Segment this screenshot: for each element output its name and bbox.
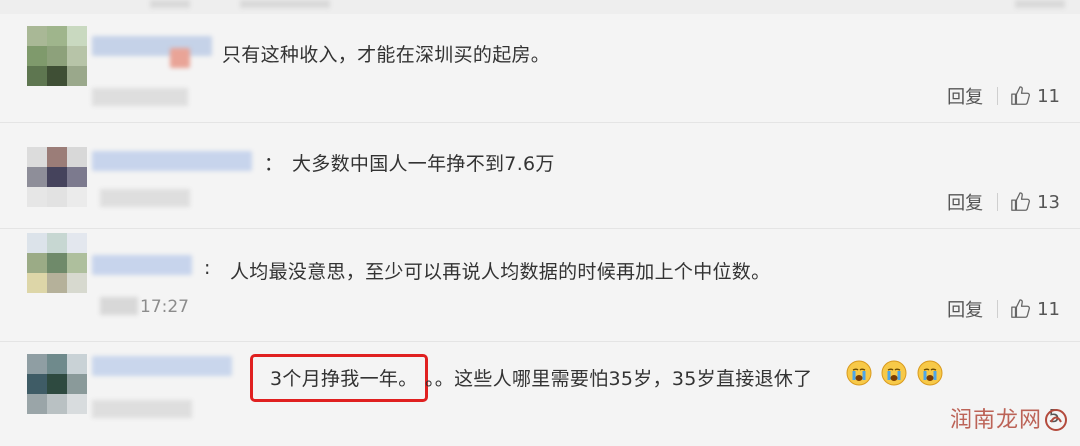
comment-actions: 回复 11 — [947, 82, 1060, 110]
avatar[interactable] — [27, 147, 87, 207]
comment-item: 只有这种收入，才能在深圳买的起房。 回复 11 — [0, 14, 1080, 123]
comment-text: 人均最没意思，至少可以再说人均数据的时候再加上个中位数。 — [230, 261, 771, 283]
comment-separator: : — [204, 257, 211, 279]
reply-button[interactable]: 回复 — [947, 83, 983, 109]
highlighted-text: 3个月挣我一年。 — [270, 368, 418, 390]
username-blurred[interactable] — [170, 48, 190, 68]
timestamp-blurred — [92, 400, 192, 418]
comment-separator: ： — [264, 153, 284, 175]
reply-button[interactable]: 回复 — [947, 296, 983, 322]
crying-face-icon — [881, 360, 907, 386]
like-button[interactable]: 11 — [1010, 85, 1060, 107]
action-divider — [997, 300, 999, 318]
timestamp-blurred — [100, 297, 138, 315]
previous-comment-edge — [0, 0, 1080, 14]
reply-button[interactable]: 回复 — [947, 189, 983, 215]
thumbs-up-icon — [1011, 299, 1031, 318]
comment-time: 17:27 — [140, 297, 189, 317]
action-divider — [997, 193, 999, 211]
action-divider — [997, 87, 999, 105]
timestamp-blurred — [92, 88, 188, 106]
timestamp-blurred — [100, 189, 190, 207]
like-button[interactable]: 13 — [1010, 191, 1060, 213]
username-blurred[interactable] — [92, 356, 232, 376]
comment-actions: 回复 13 — [947, 188, 1060, 216]
comment-actions: 回复 11 — [947, 295, 1060, 323]
like-count: 11 — [1037, 298, 1060, 320]
crying-face-icon — [846, 360, 872, 386]
avatar[interactable] — [27, 354, 87, 414]
avatar[interactable] — [27, 26, 87, 86]
thumbs-up-icon — [1011, 86, 1031, 105]
like-button[interactable]: 11 — [1010, 298, 1060, 320]
username-blurred[interactable] — [92, 151, 252, 171]
comment-text: 大多数中国人一年挣不到7.6万 — [292, 153, 555, 175]
watermark-logo-icon — [1045, 409, 1067, 431]
comment-item: 3个月挣我一年。 。。这些人哪里需要怕35岁，35岁直接退休了 5 — [0, 342, 1080, 446]
crying-face-icon — [917, 360, 943, 386]
username-blurred[interactable] — [92, 36, 212, 56]
avatar[interactable] — [27, 233, 87, 293]
like-count: 11 — [1037, 85, 1060, 107]
thumbs-up-icon — [1011, 192, 1031, 211]
emoji-group — [843, 360, 943, 386]
comment-item: 17:27 人均最没意思，至少可以再说人均数据的时候再加上个中位数。 : 回复 … — [0, 229, 1080, 342]
comment-text: 。。这些人哪里需要怕35岁，35岁直接退休了 — [425, 368, 813, 390]
like-count: 13 — [1037, 191, 1060, 213]
comment-text: 只有这种收入，才能在深圳买的起房。 — [222, 44, 551, 66]
username-blurred[interactable] — [92, 255, 192, 275]
watermark-text: 润南龙网 — [949, 408, 1042, 433]
comment-item: ： 大多数中国人一年挣不到7.6万 回复 13 — [0, 123, 1080, 229]
